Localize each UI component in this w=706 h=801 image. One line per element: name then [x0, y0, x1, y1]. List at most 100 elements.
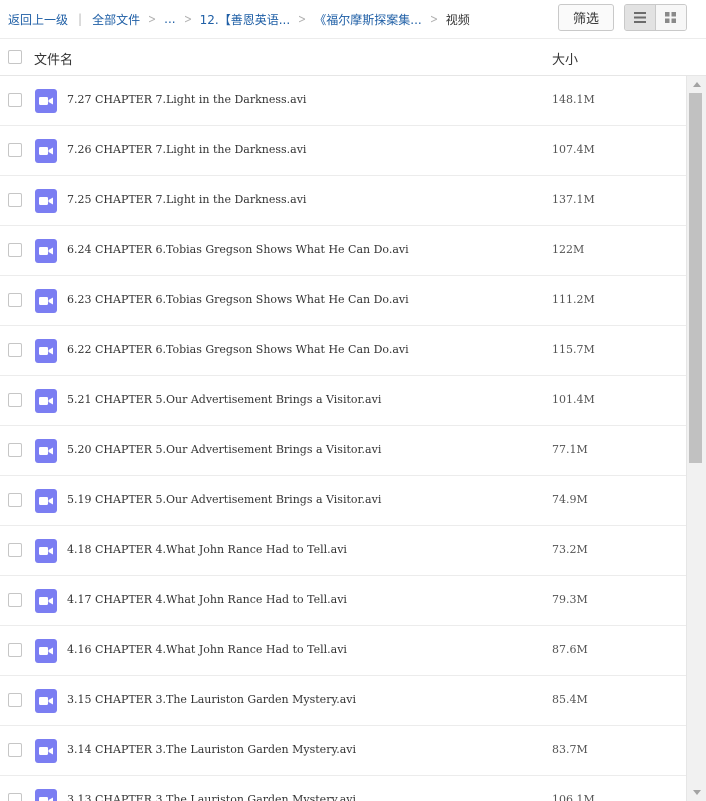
column-header-size[interactable]: 大小	[552, 49, 578, 68]
row-checkbox[interactable]	[8, 593, 22, 607]
file-name[interactable]: 7.26 CHAPTER 7.Light in the Darkness.avi	[67, 143, 306, 156]
filter-button[interactable]: 筛选	[558, 4, 614, 31]
file-name[interactable]: 3.14 CHAPTER 3.The Lauriston Garden Myst…	[67, 743, 356, 756]
row-checkbox[interactable]	[8, 493, 22, 507]
file-name[interactable]: 6.23 CHAPTER 6.Tobias Gregson Shows What…	[67, 293, 409, 306]
view-toggle	[624, 4, 687, 31]
file-size: 101.4M	[552, 393, 595, 406]
row-checkbox[interactable]	[8, 93, 22, 107]
chevron-right-icon: >	[298, 12, 307, 26]
file-name[interactable]: 7.25 CHAPTER 7.Light in the Darkness.avi	[67, 193, 306, 206]
chevron-right-icon: >	[148, 12, 157, 26]
file-name[interactable]: 6.24 CHAPTER 6.Tobias Gregson Shows What…	[67, 243, 409, 256]
file-name[interactable]: 4.18 CHAPTER 4.What John Rance Had to Te…	[67, 543, 347, 556]
table-row[interactable]: 4.18 CHAPTER 4.What John Rance Had to Te…	[0, 526, 686, 576]
row-checkbox[interactable]	[8, 293, 22, 307]
table-row[interactable]: 6.22 CHAPTER 6.Tobias Gregson Shows What…	[0, 326, 686, 376]
video-file-icon	[35, 289, 57, 313]
breadcrumb-folder-link[interactable]: 《福尔摩斯探案集...	[314, 11, 421, 28]
video-file-icon	[35, 789, 57, 801]
file-name[interactable]: 5.21 CHAPTER 5.Our Advertisement Brings …	[67, 393, 381, 406]
file-name[interactable]: 6.22 CHAPTER 6.Tobias Gregson Shows What…	[67, 343, 409, 356]
breadcrumb-ellipsis-link[interactable]: ...	[164, 12, 175, 26]
file-size: 106.1M	[552, 793, 595, 801]
row-checkbox[interactable]	[8, 443, 22, 457]
file-size: 111.2M	[552, 293, 595, 306]
row-checkbox[interactable]	[8, 743, 22, 757]
row-checkbox[interactable]	[8, 343, 22, 357]
row-checkbox[interactable]	[8, 693, 22, 707]
file-name[interactable]: 3.13 CHAPTER 3.The Lauriston Garden Myst…	[67, 793, 356, 801]
table-row[interactable]: 7.26 CHAPTER 7.Light in the Darkness.avi…	[0, 126, 686, 176]
file-name[interactable]: 7.27 CHAPTER 7.Light in the Darkness.avi	[67, 93, 306, 106]
row-checkbox[interactable]	[8, 393, 22, 407]
list-view-button[interactable]	[625, 5, 656, 30]
scroll-up-arrow-icon[interactable]	[687, 76, 706, 93]
table-row[interactable]: 6.23 CHAPTER 6.Tobias Gregson Shows What…	[0, 276, 686, 326]
file-size: 87.6M	[552, 643, 588, 656]
file-size: 122M	[552, 243, 585, 256]
row-checkbox[interactable]	[8, 643, 22, 657]
table-row[interactable]: 7.25 CHAPTER 7.Light in the Darkness.avi…	[0, 176, 686, 226]
video-file-icon	[35, 189, 57, 213]
scroll-down-arrow-icon[interactable]	[687, 784, 706, 801]
file-name[interactable]: 4.16 CHAPTER 4.What John Rance Had to Te…	[67, 643, 347, 656]
list-view-icon	[633, 12, 646, 23]
chevron-right-icon: >	[429, 12, 438, 26]
file-name[interactable]: 3.15 CHAPTER 3.The Lauriston Garden Myst…	[67, 693, 356, 706]
scrollbar-thumb[interactable]	[689, 93, 702, 463]
file-size: 115.7M	[552, 343, 595, 356]
file-size: 148.1M	[552, 93, 595, 106]
file-size: 73.2M	[552, 543, 588, 556]
breadcrumb: 返回上一级 | 全部文件 > ... > 12.【善恩英语... > 《福尔摩斯…	[8, 10, 470, 28]
row-checkbox[interactable]	[8, 543, 22, 557]
file-size: 107.4M	[552, 143, 595, 156]
video-file-icon	[35, 89, 57, 113]
file-size: 79.3M	[552, 593, 588, 606]
video-file-icon	[35, 389, 57, 413]
breadcrumb-divider: |	[78, 12, 83, 26]
file-size: 74.9M	[552, 493, 588, 506]
table-row[interactable]: 4.16 CHAPTER 4.What John Rance Had to Te…	[0, 626, 686, 676]
file-list: 7.27 CHAPTER 7.Light in the Darkness.avi…	[0, 76, 686, 801]
vertical-scrollbar[interactable]	[686, 76, 706, 801]
breadcrumb-current: 视频	[445, 12, 470, 27]
table-row[interactable]: 3.14 CHAPTER 3.The Lauriston Garden Myst…	[0, 726, 686, 776]
table-row[interactable]: 5.19 CHAPTER 5.Our Advertisement Brings …	[0, 476, 686, 526]
file-size: 137.1M	[552, 193, 595, 206]
video-file-icon	[35, 139, 57, 163]
video-file-icon	[35, 339, 57, 363]
table-row[interactable]: 4.17 CHAPTER 4.What John Rance Had to Te…	[0, 576, 686, 626]
table-row[interactable]: 6.24 CHAPTER 6.Tobias Gregson Shows What…	[0, 226, 686, 276]
file-name[interactable]: 4.17 CHAPTER 4.What John Rance Had to Te…	[67, 593, 347, 606]
video-file-icon	[35, 589, 57, 613]
table-row[interactable]: 5.20 CHAPTER 5.Our Advertisement Brings …	[0, 426, 686, 476]
file-size: 77.1M	[552, 443, 588, 456]
row-checkbox[interactable]	[8, 143, 22, 157]
video-file-icon	[35, 439, 57, 463]
table-row[interactable]: 5.21 CHAPTER 5.Our Advertisement Brings …	[0, 376, 686, 426]
select-all-checkbox[interactable]	[8, 50, 22, 64]
row-checkbox[interactable]	[8, 793, 22, 801]
table-header: 文件名 大小	[0, 38, 706, 76]
back-link[interactable]: 返回上一级	[8, 11, 68, 28]
table-row[interactable]: 7.27 CHAPTER 7.Light in the Darkness.avi…	[0, 76, 686, 126]
video-file-icon	[35, 639, 57, 663]
breadcrumb-folder-link[interactable]: 12.【善恩英语...	[200, 11, 291, 28]
grid-view-icon	[665, 12, 677, 23]
video-file-icon	[35, 689, 57, 713]
table-row[interactable]: 3.15 CHAPTER 3.The Lauriston Garden Myst…	[0, 676, 686, 726]
video-file-icon	[35, 239, 57, 263]
column-header-name[interactable]: 文件名	[34, 49, 73, 68]
chevron-right-icon: >	[183, 12, 192, 26]
file-size: 83.7M	[552, 743, 588, 756]
breadcrumb-root-link[interactable]: 全部文件	[92, 11, 140, 28]
file-name[interactable]: 5.20 CHAPTER 5.Our Advertisement Brings …	[67, 443, 381, 456]
row-checkbox[interactable]	[8, 193, 22, 207]
row-checkbox[interactable]	[8, 243, 22, 257]
video-file-icon	[35, 539, 57, 563]
video-file-icon	[35, 489, 57, 513]
grid-view-button[interactable]	[655, 5, 686, 30]
table-row[interactable]: 3.13 CHAPTER 3.The Lauriston Garden Myst…	[0, 776, 686, 801]
file-name[interactable]: 5.19 CHAPTER 5.Our Advertisement Brings …	[67, 493, 381, 506]
